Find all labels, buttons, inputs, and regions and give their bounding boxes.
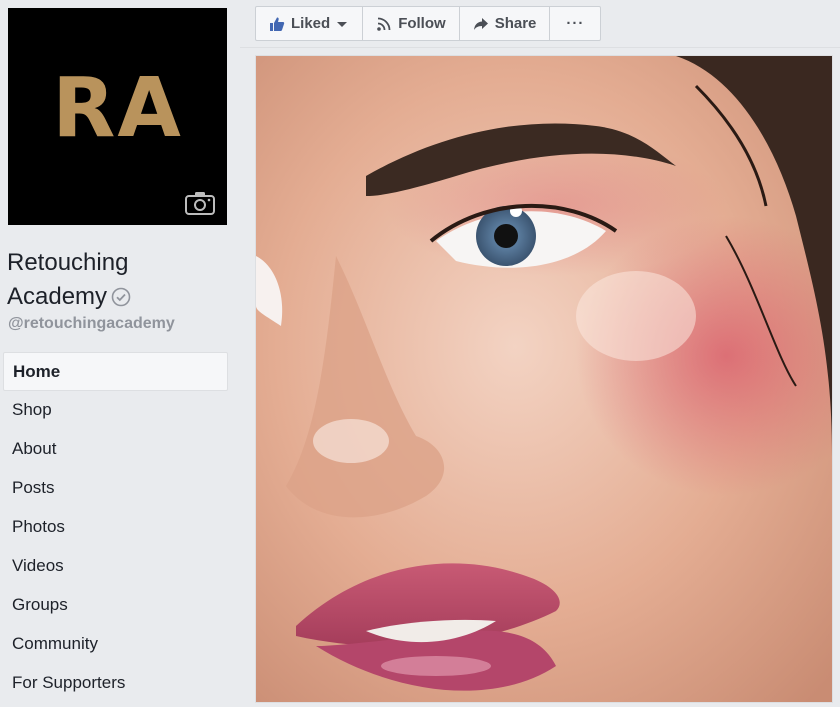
nav-item-videos[interactable]: Videos bbox=[0, 547, 228, 586]
page-sidebar: RA Retouching Academy @retouchingacademy… bbox=[0, 0, 240, 707]
rss-follow-icon bbox=[377, 17, 391, 31]
page-action-bar: Liked Follow Share ··· bbox=[255, 6, 602, 41]
nav-item-for-supporters[interactable]: For Supporters bbox=[0, 664, 228, 703]
thumbs-up-icon bbox=[270, 17, 285, 31]
logo-text: RA bbox=[52, 61, 183, 156]
page-handle[interactable]: @retouchingacademy bbox=[8, 315, 175, 333]
page-name-line2[interactable]: Academy bbox=[7, 283, 107, 310]
nav-item-community[interactable]: Community bbox=[0, 625, 228, 664]
profile-picture[interactable]: RA bbox=[8, 8, 227, 225]
nav-item-posts[interactable]: Posts bbox=[0, 469, 228, 508]
nav-item-shop[interactable]: Shop bbox=[0, 391, 228, 430]
share-button[interactable]: Share bbox=[460, 7, 551, 40]
nav-item-about[interactable]: About bbox=[0, 430, 228, 469]
share-arrow-icon bbox=[473, 17, 488, 30]
liked-button[interactable]: Liked bbox=[256, 7, 364, 40]
follow-label: Follow bbox=[398, 15, 446, 32]
camera-icon[interactable] bbox=[185, 191, 215, 215]
page-name-line1[interactable]: Retouching bbox=[7, 246, 227, 280]
featured-photo[interactable] bbox=[255, 55, 833, 703]
nav-item-groups[interactable]: Groups bbox=[0, 586, 228, 625]
liked-label: Liked bbox=[291, 15, 331, 32]
nav-item-photos[interactable]: Photos bbox=[0, 508, 228, 547]
page-name[interactable]: Retouching Academy bbox=[7, 246, 227, 314]
chevron-down-icon bbox=[337, 21, 348, 27]
follow-button[interactable]: Follow bbox=[363, 7, 460, 40]
portrait-photo bbox=[256, 56, 832, 702]
share-label: Share bbox=[494, 15, 537, 32]
verified-icon bbox=[111, 287, 131, 307]
header-divider bbox=[240, 47, 840, 48]
page-nav: Home Shop About Posts Photos Videos Grou… bbox=[0, 352, 228, 703]
nav-item-home[interactable]: Home bbox=[3, 352, 228, 391]
more-dots-icon: ··· bbox=[566, 15, 585, 32]
more-options-button[interactable]: ··· bbox=[550, 7, 600, 40]
